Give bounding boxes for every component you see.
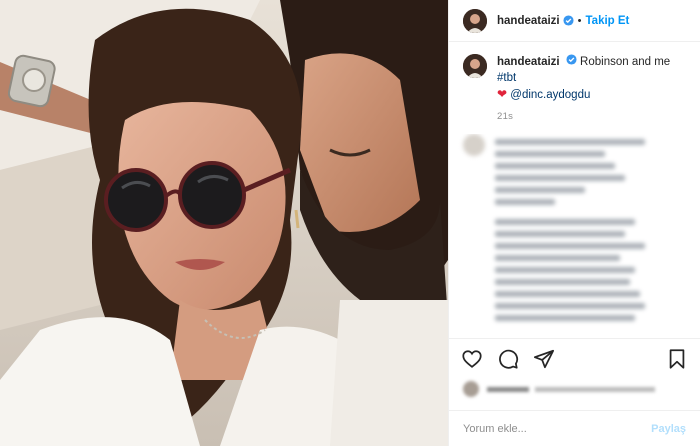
- caption-body: handeataizi Robinson and me #tbt ❤ @dinc…: [497, 54, 686, 103]
- verified-badge-icon: [566, 54, 577, 65]
- caption-username[interactable]: handeataizi: [497, 56, 560, 68]
- caption-timestamp: 21s: [497, 111, 514, 122]
- caption: handeataizi Robinson and me #tbt ❤ @dinc…: [449, 42, 700, 103]
- hashtag-link[interactable]: #tbt: [497, 72, 516, 84]
- comment-input[interactable]: [463, 422, 652, 435]
- instagram-post: handeataizi • Takip Et handeataizi Robin…: [0, 0, 700, 446]
- heart-emoji: ❤: [497, 87, 508, 101]
- paper-plane-icon[interactable]: [533, 348, 555, 370]
- likes-summary-blurred[interactable]: [449, 378, 700, 400]
- selfie-photo-illustration: [0, 0, 448, 446]
- heart-icon[interactable]: [461, 348, 483, 370]
- follow-button[interactable]: Takip Et: [586, 15, 630, 27]
- blurred-comment-text: [495, 134, 655, 327]
- action-bar: [449, 338, 700, 378]
- mention-link[interactable]: @dinc.aydogdu: [510, 89, 590, 101]
- avatar[interactable]: [463, 8, 487, 33]
- post-comment-button[interactable]: Paylaş: [651, 423, 686, 435]
- blurred-avatar: [463, 134, 485, 156]
- blurred-liker-name: [487, 386, 529, 392]
- header-separator: •: [577, 14, 582, 27]
- comments-list[interactable]: [449, 134, 700, 338]
- verified-badge-icon: [563, 15, 574, 26]
- post-side-panel: handeataizi • Takip Et handeataizi Robin…: [448, 0, 700, 446]
- caption-text: Robinson and me: [580, 56, 671, 68]
- add-comment-bar: Paylaş: [449, 410, 700, 446]
- caption-avatar[interactable]: [463, 54, 487, 78]
- post-header: handeataizi • Takip Et: [449, 0, 700, 42]
- post-photo[interactable]: [0, 0, 448, 446]
- likes-spacer: [449, 400, 700, 410]
- blurred-like-count: [535, 386, 655, 392]
- bookmark-icon[interactable]: [666, 348, 688, 370]
- header-username[interactable]: handeataizi: [497, 15, 560, 27]
- comment-icon[interactable]: [497, 348, 519, 370]
- liker-avatar: [463, 381, 479, 397]
- blurred-comment: [463, 134, 686, 327]
